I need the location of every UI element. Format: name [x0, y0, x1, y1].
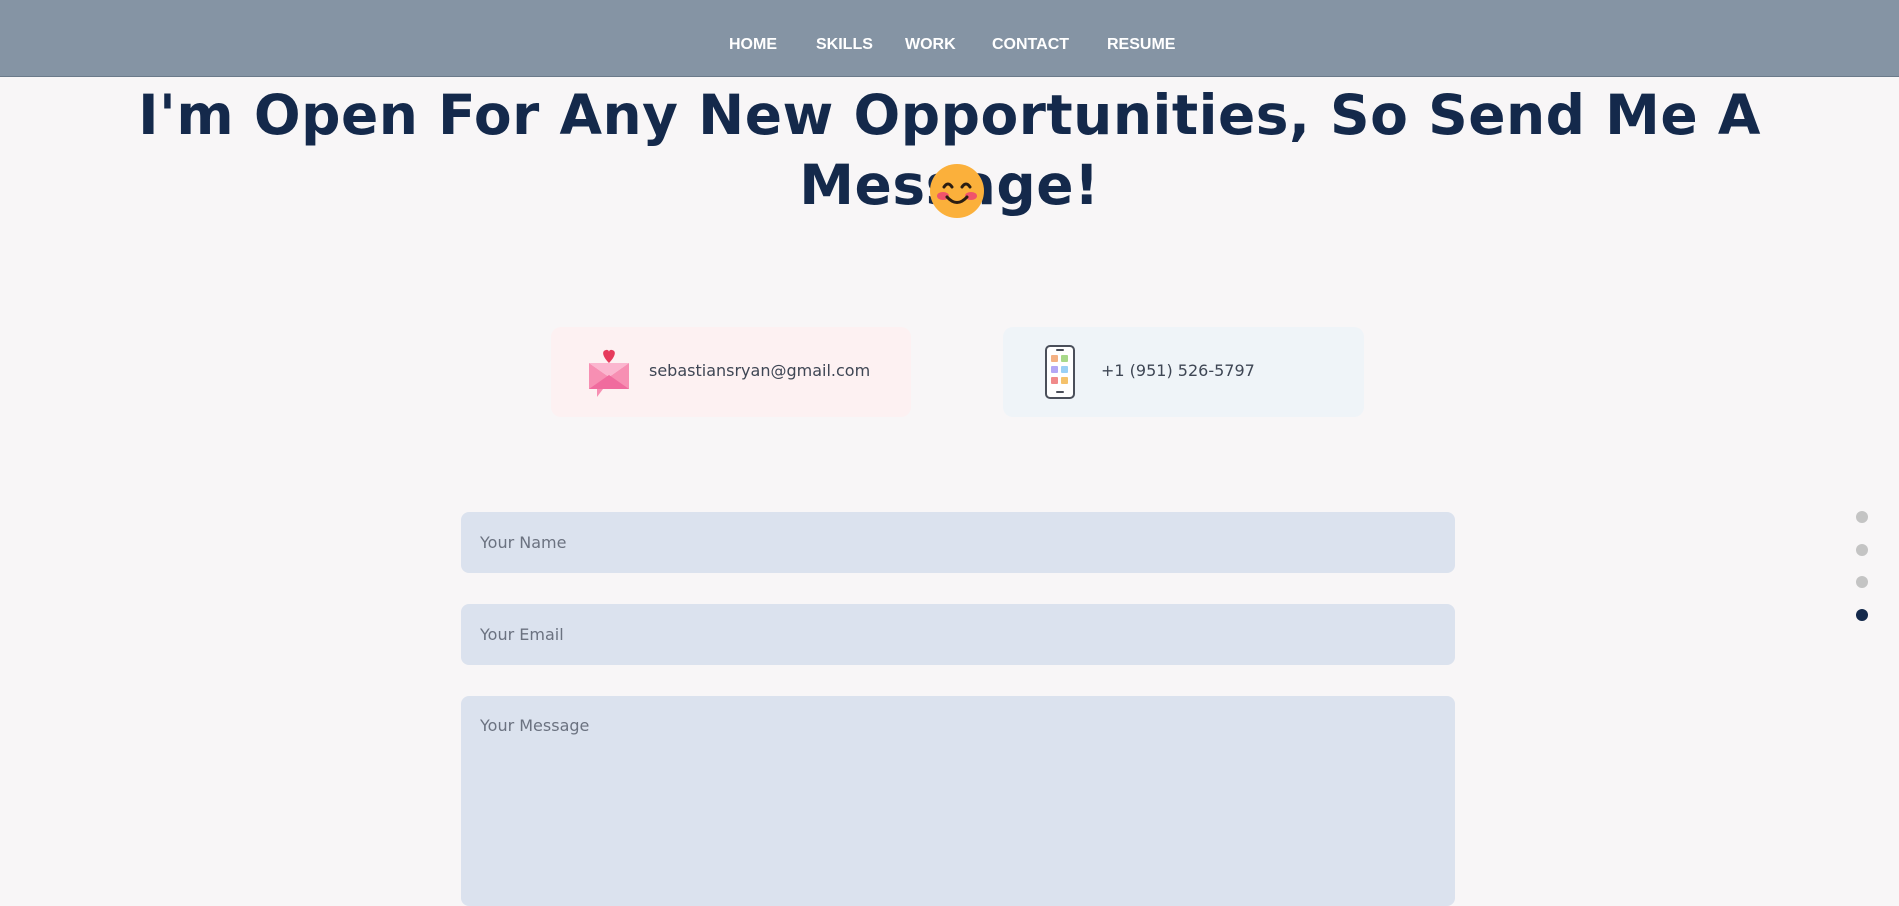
name-input[interactable] [461, 512, 1455, 573]
email-input[interactable] [461, 604, 1455, 665]
love-letter-icon [583, 347, 635, 403]
nav-link-work[interactable]: WORK [905, 36, 956, 54]
nav-link-contact[interactable]: CONTACT [992, 36, 1069, 54]
nav-links: HOME SKILLS WORK CONTACT RESUME [0, 36, 1899, 56]
email-contact-card[interactable]: sebastiansryan@gmail.com [551, 327, 911, 417]
nav-link-home[interactable]: HOME [729, 36, 777, 54]
message-textarea[interactable] [461, 696, 1455, 906]
smartphone-icon [1045, 345, 1075, 403]
nav-link-skills[interactable]: SKILLS [816, 36, 873, 54]
phone-contact-card[interactable]: +1 (951) 526-5797 [1003, 327, 1364, 417]
nav-link-resume[interactable]: RESUME [1107, 36, 1175, 54]
section-dot-2[interactable] [1856, 544, 1868, 556]
section-dot-3[interactable] [1856, 576, 1868, 588]
section-dot-1[interactable] [1856, 511, 1868, 523]
phone-number[interactable]: +1 (951) 526-5797 [1101, 361, 1255, 381]
smiling-face-emoji-icon [929, 163, 985, 219]
section-dot-4[interactable] [1856, 609, 1868, 621]
top-navbar: HOME SKILLS WORK CONTACT RESUME [0, 0, 1899, 77]
email-address[interactable]: sebastiansryan@gmail.com [649, 361, 870, 381]
